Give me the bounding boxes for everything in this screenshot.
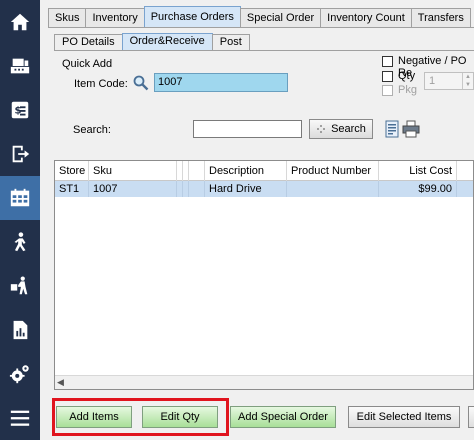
settings-icon — [9, 365, 29, 384]
col-product-number[interactable]: Product Number — [287, 161, 379, 181]
tab-inventory-count[interactable]: Inventory Count — [320, 8, 412, 28]
add-special-order-button[interactable]: Add Special Order — [230, 406, 336, 428]
invoice-icon: $ — [11, 101, 29, 119]
cell-product-number — [287, 181, 379, 197]
subtab-post[interactable]: Post — [211, 34, 250, 51]
top-tabs: Skus Inventory Purchase Orders Special O… — [48, 6, 471, 28]
col-list-cost[interactable]: List Cost — [379, 161, 457, 181]
nav-sign-out[interactable] — [0, 132, 40, 176]
quick-add-title: Quick Add — [62, 58, 113, 70]
tab-divider — [48, 27, 474, 28]
col-store[interactable]: Store — [55, 161, 89, 181]
qty-label: Qty — [398, 70, 416, 82]
cell-list-cost: $99.00 — [379, 181, 457, 197]
negative-checkbox[interactable] — [382, 56, 393, 67]
nav-customers[interactable] — [0, 220, 40, 264]
grid-header: Store Sku Description Product Number Lis… — [55, 161, 473, 181]
nav-settings[interactable] — [0, 352, 40, 396]
tab-special-order[interactable]: Special Order — [239, 8, 322, 28]
col-blank-3[interactable] — [189, 161, 205, 181]
nav-inventory[interactable] — [0, 176, 40, 220]
items-grid[interactable]: Store Sku Description Product Number Lis… — [54, 160, 474, 390]
sign-out-icon — [12, 145, 30, 163]
home-icon — [10, 13, 30, 31]
nav-register[interactable] — [0, 44, 40, 88]
calendar-grid-icon — [10, 188, 30, 207]
register-icon — [10, 58, 30, 74]
item-code-input[interactable]: 1007 — [154, 73, 288, 92]
qty-checkbox[interactable] — [382, 71, 393, 82]
print-button[interactable] — [402, 120, 420, 138]
pkg-label: Pkg — [398, 84, 417, 96]
magnifier-icon — [133, 75, 149, 91]
cell-description: Hard Drive — [205, 181, 287, 197]
col-sku[interactable]: Sku — [89, 161, 177, 181]
horizontal-scrollbar[interactable]: ◀ — [55, 375, 473, 389]
tab-purchase-orders[interactable]: Purchase Orders — [143, 6, 241, 28]
nav-delivery[interactable] — [0, 264, 40, 308]
nav-menu[interactable] — [0, 396, 40, 440]
menu-icon — [10, 410, 30, 426]
tab-inventory[interactable]: Inventory — [85, 8, 145, 28]
item-code-label: Item Code: — [74, 78, 128, 90]
highlight-box — [52, 398, 229, 436]
search-input[interactable] — [193, 120, 302, 138]
table-row[interactable]: ST1 1007 Hard Drive $99.00 — [55, 181, 473, 197]
main-panel: Skus Inventory Purchase Orders Special O… — [40, 0, 474, 440]
document-icon — [385, 120, 399, 138]
search-button-label: Search — [331, 123, 366, 135]
tab-transfers[interactable]: Transfers — [410, 8, 471, 28]
left-nav: $ — [0, 0, 40, 440]
qty-value: 1 — [429, 75, 436, 87]
pkg-checkbox[interactable] — [382, 85, 393, 96]
nav-home[interactable] — [0, 0, 40, 44]
qty-stepper[interactable]: 1 ▲ ▼ — [424, 72, 474, 90]
printer-icon — [402, 120, 420, 138]
stepper-arrows[interactable]: ▲ ▼ — [462, 73, 473, 89]
item-lookup-button[interactable] — [130, 72, 152, 94]
subtab-divider — [54, 50, 474, 51]
delivery-icon — [10, 276, 28, 295]
subtab-po-details[interactable]: PO Details — [54, 34, 123, 51]
search-button[interactable]: Search — [309, 119, 373, 139]
col-description[interactable]: Description — [205, 161, 287, 181]
nav-invoice[interactable]: $ — [0, 88, 40, 132]
subtab-order-receive[interactable]: Order&Receive — [121, 33, 213, 51]
scroll-left-icon[interactable]: ◀ — [57, 377, 64, 388]
search-label: Search: — [73, 124, 111, 136]
report-icon — [13, 320, 28, 340]
edit-selected-items-button[interactable]: Edit Selected Items — [348, 406, 460, 428]
tab-skus[interactable]: Skus — [48, 8, 87, 28]
document-button[interactable] — [383, 120, 401, 138]
nav-reports[interactable] — [0, 308, 40, 352]
person-walking-icon — [14, 232, 26, 252]
cell-store: ST1 — [55, 181, 89, 197]
more-button[interactable] — [468, 406, 474, 428]
cell-sku: 1007 — [89, 181, 177, 197]
search-dots-icon — [317, 125, 326, 133]
cell-blank-3 — [189, 181, 205, 197]
sub-tabs: PO Details Order&Receive Post — [54, 33, 250, 51]
